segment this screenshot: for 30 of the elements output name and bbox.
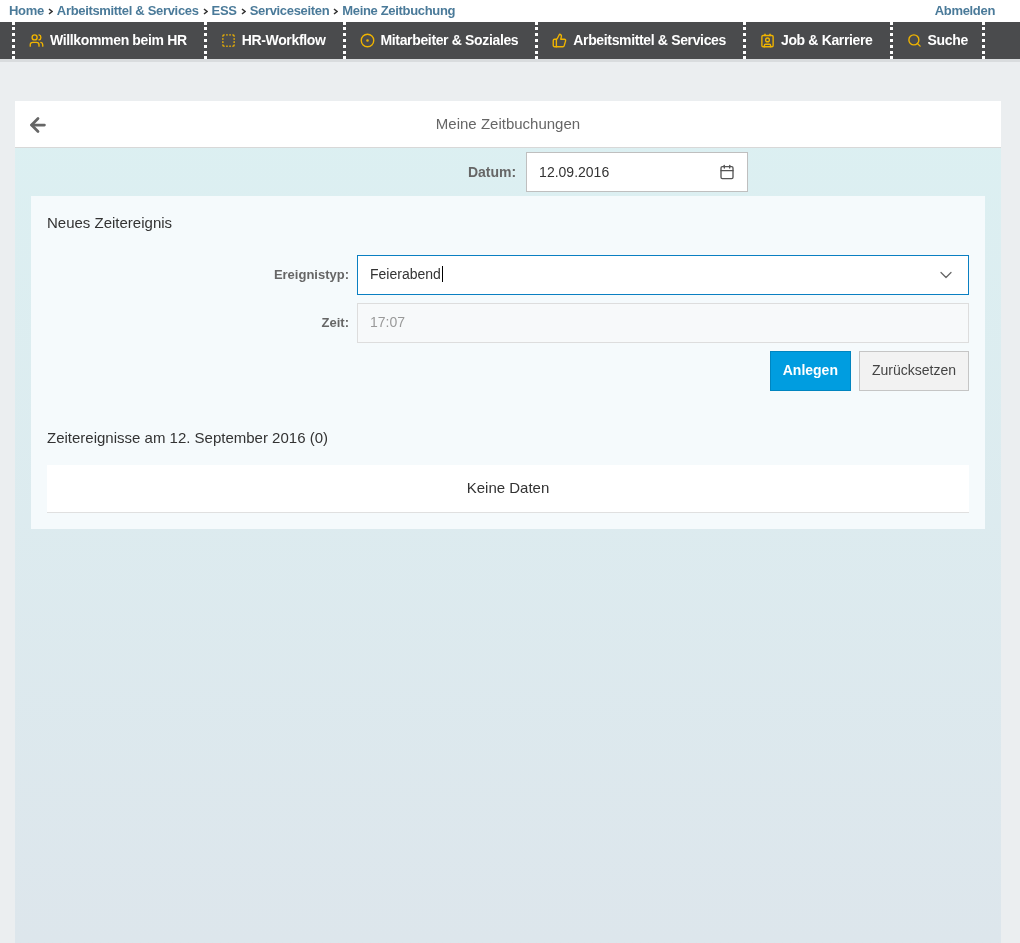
event-type-select[interactable]: Feierabend: [357, 254, 969, 295]
search-icon: [906, 33, 922, 48]
nav-item[interactable]: Suche: [889, 22, 985, 59]
target-icon: [359, 33, 375, 48]
field-label: Zeit:: [320, 313, 349, 332]
empty-table-row: Keine Daten: [47, 465, 969, 513]
breadcrumb-link[interactable]: Home: [9, 1, 44, 21]
chevron-right-icon: [202, 7, 208, 15]
back-button[interactable]: [27, 114, 49, 136]
logout-link[interactable]: Abmelden: [934, 1, 995, 21]
breadcrumb-link[interactable]: ESS: [211, 1, 237, 21]
contact-card-icon: [759, 33, 775, 48]
breadcrumb-link[interactable]: Meine Zeitbuchung: [342, 1, 456, 21]
date-label: Datum:: [467, 162, 517, 182]
chevron-right-icon: [47, 7, 53, 15]
people-icon: [29, 33, 44, 48]
date-field[interactable]: 12.09.2016: [526, 152, 749, 192]
chevron-right-icon: [333, 7, 339, 15]
page-title: Meine Zeitbuchungen: [435, 113, 581, 134]
thumbs-up-icon: [552, 33, 568, 48]
form-title: Neues Zeitereignis: [47, 213, 174, 233]
field-label: Ereignistyp:: [272, 265, 349, 284]
breadcrumb-link[interactable]: Serviceseiten: [249, 1, 330, 21]
events-title: Zeitereignisse am 12. September 2016 (0): [47, 427, 329, 448]
secondary-button[interactable]: Zurücksetzen: [858, 350, 969, 391]
chevron-right-icon: [240, 7, 246, 15]
square-icon: [220, 33, 236, 48]
back-arrow-icon: [27, 114, 49, 136]
breadcrumb-link[interactable]: Arbeitsmittel & Services: [56, 1, 199, 21]
calendar-icon: [719, 164, 736, 180]
